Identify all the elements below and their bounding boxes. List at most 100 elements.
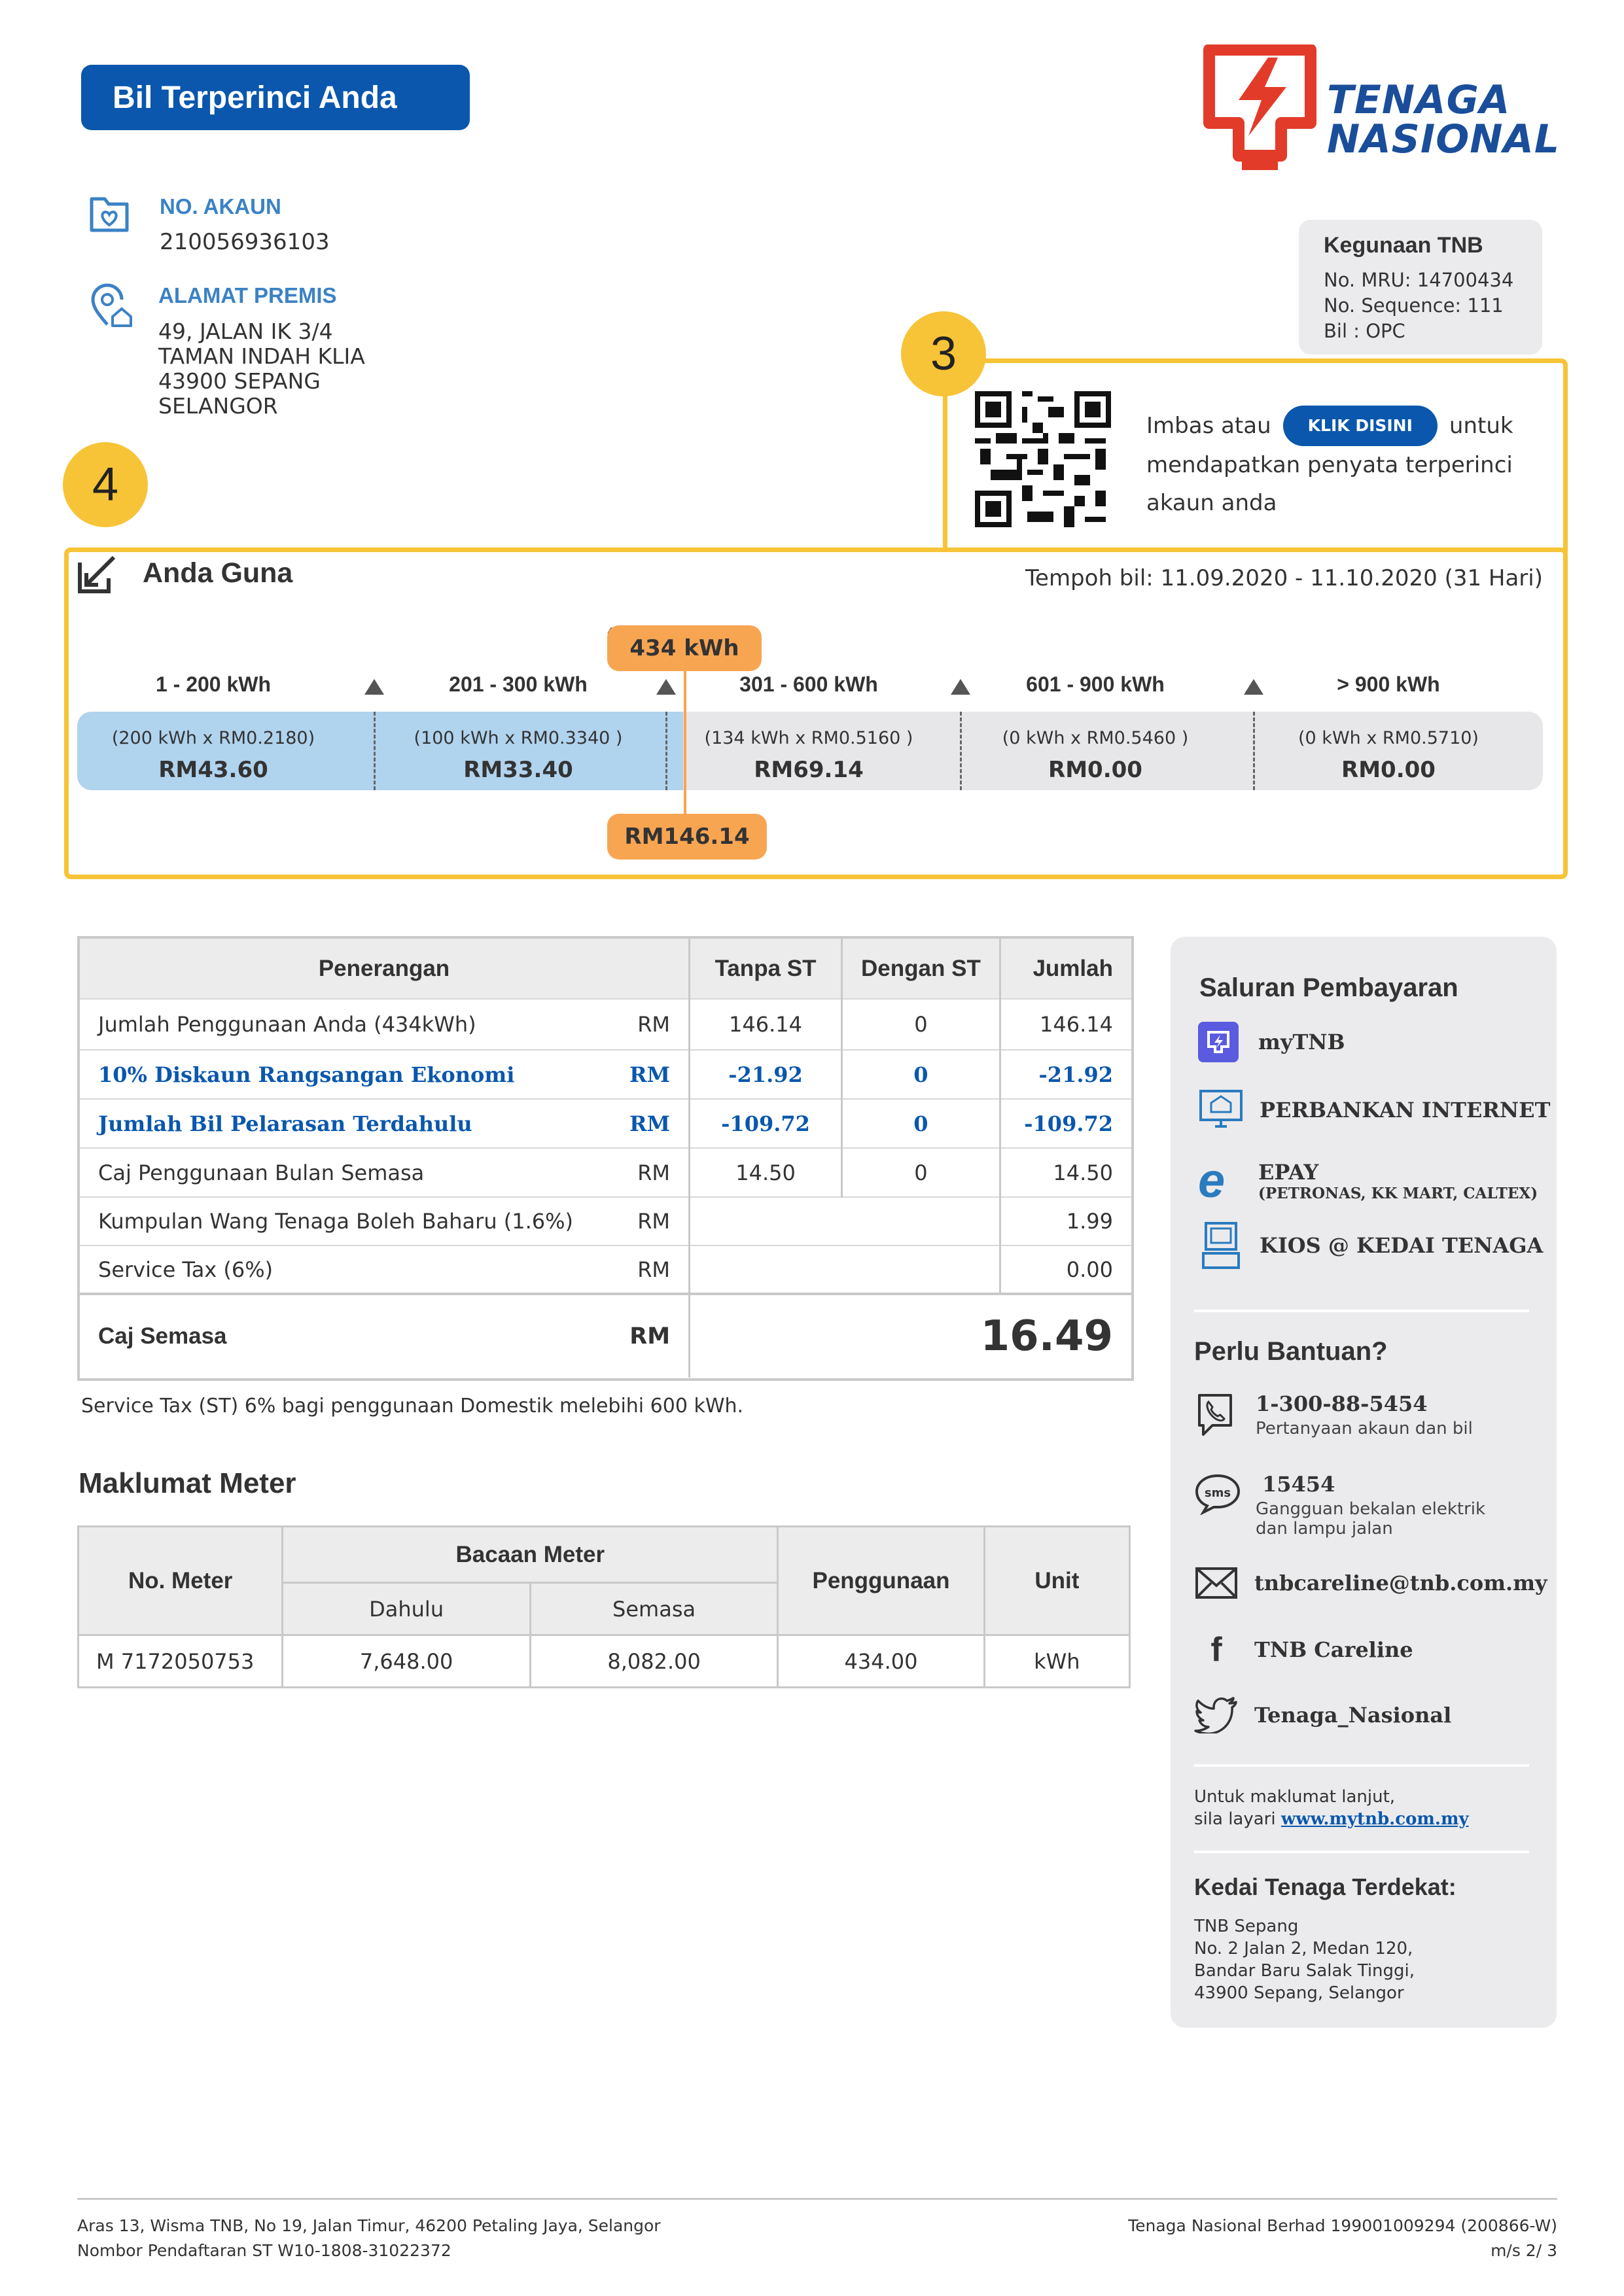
row-jumlah: 0.00 — [1066, 1257, 1113, 1282]
tier-formula: (200 kWh x RM0.2180) — [111, 728, 315, 748]
row-jumlah: -109.72 — [1024, 1111, 1113, 1136]
pay-kiosk[interactable]: KIOS @ KEDAI TENAGA — [1198, 1221, 1543, 1270]
help-facebook[interactable]: f TNB Careline — [1194, 1630, 1413, 1669]
table-row: 10% Diskaun Rangsangan Ekonomi RM -21.92… — [80, 1050, 1131, 1099]
mytnb-link[interactable]: www.mytnb.com.my — [1281, 1809, 1469, 1829]
row-currency: RM — [611, 1148, 691, 1197]
tier-formula: (0 kWh x RM0.5710) — [1298, 728, 1479, 748]
sms-sub: dan lampu jalan — [1256, 1519, 1393, 1539]
table-row: Service Tax (6%) RM 0.00 — [80, 1245, 1131, 1294]
row-tanpa: 146.14 — [689, 999, 843, 1050]
tier-amount: RM43.60 — [158, 757, 268, 783]
address-label: ALAMAT PREMIS — [158, 283, 337, 307]
meter-col-reading: Bacaan Meter — [281, 1525, 779, 1584]
logo-text-line2: NASIONAL — [1327, 116, 1561, 162]
service-tax-note: Service Tax (ST) 6% bagi penggunaan Dome… — [81, 1395, 744, 1418]
facebook-icon: f — [1210, 1631, 1222, 1669]
twitter-label: Tenaga_Nasional — [1254, 1703, 1452, 1728]
tier-boundary-arrow — [1244, 679, 1263, 695]
pay-internet-banking[interactable]: PERBANKAN INTERNET — [1198, 1088, 1550, 1132]
row-tanpa: -21.92 — [689, 1050, 843, 1099]
tier-amount: RM33.40 — [463, 757, 573, 783]
location-home-icon — [91, 283, 132, 327]
address-line: 49, JALAN IK 3/4 — [158, 319, 333, 344]
help-sms[interactable]: sms 15454 Gangguan bekalan elektrik dan … — [1194, 1472, 1485, 1539]
qr-text-line3: akaun anda — [1146, 490, 1277, 516]
row-currency: RM — [611, 1245, 691, 1294]
total-value: 16.49 — [980, 1312, 1113, 1361]
payment-title: Saluran Pembayaran — [1199, 973, 1458, 1002]
usage-title: Anda Guna — [143, 557, 293, 589]
shop-address: TNB Sepang No. 2 Jalan 2, Medan 120, Ban… — [1194, 1915, 1415, 2004]
meter-title: Maklumat Meter — [79, 1467, 296, 1499]
shop-line: No. 2 Jalan 2, Medan 120, — [1194, 1939, 1413, 1958]
help-phone[interactable]: 1-300-88-5454 Pertanyaan akaun dan bil — [1194, 1391, 1473, 1438]
tier-formula: (0 kWh x RM0.5460 ) — [1002, 728, 1189, 748]
tier-range: 1 - 200 kWh — [155, 672, 272, 696]
qr-text-line2: mendapatkan penyata terperinci — [1146, 452, 1513, 478]
phone-sub: Pertanyaan akaun dan bil — [1256, 1419, 1473, 1438]
kiosk-icon — [1202, 1222, 1240, 1269]
svg-text:sms: sms — [1205, 1486, 1231, 1500]
table-row: Jumlah Bil Pelarasan Terdahulu RM -109.7… — [80, 1099, 1131, 1148]
twitter-icon — [1194, 1697, 1237, 1733]
tier-formula: (100 kWh x RM0.3340 ) — [414, 728, 623, 748]
row-dengan: 0 — [841, 1050, 1001, 1099]
pay-label: myTNB — [1258, 1030, 1345, 1054]
bill-table-header: Penerangan Tanpa ST Dengan ST Jumlah — [80, 939, 1131, 999]
sms-number: 15454 — [1262, 1472, 1335, 1497]
row-desc: Caj Penggunaan Bulan Semasa — [98, 1160, 425, 1185]
address-line: TAMAN INDAH KLIA — [158, 343, 365, 369]
epay-icon: e — [1198, 1153, 1226, 1208]
bill-table: Penerangan Tanpa ST Dengan ST Jumlah Jum… — [77, 936, 1134, 1381]
help-email[interactable]: tnbcareline@tnb.com.my — [1194, 1566, 1547, 1600]
tnb-use-bil: Bil : OPC — [1324, 320, 1405, 342]
tier-range: 301 - 600 kWh — [739, 672, 878, 696]
row-empty — [689, 1197, 1001, 1245]
pay-mytnb[interactable]: myTNB — [1198, 1022, 1345, 1062]
row-desc: Kumpulan Wang Tenaga Boleh Baharu (1.6%) — [98, 1209, 574, 1234]
pay-epay[interactable]: e EPAY (PETRONAS, KK MART, CALTEX) — [1198, 1153, 1538, 1208]
row-currency: RM — [611, 1050, 691, 1099]
divider — [1194, 1310, 1529, 1312]
callout-3: 3 — [901, 311, 986, 396]
footer-divider — [77, 2198, 1557, 2200]
meter-usage: 434.00 — [777, 1634, 985, 1688]
meter-col-no: No. Meter — [77, 1525, 284, 1636]
sms-sub: Gangguan bekalan elektrik — [1256, 1499, 1486, 1519]
email-address[interactable]: tnbcareline@tnb.com.my — [1254, 1571, 1547, 1595]
divider — [1194, 1764, 1529, 1767]
account-number-label: NO. AKAUN — [160, 194, 281, 218]
tnb-use-mru: No. MRU: 14700434 — [1324, 269, 1514, 291]
row-currency: RM — [611, 1197, 691, 1245]
tnb-use-title: Kegunaan TNB — [1324, 233, 1483, 258]
col-header: Jumlah — [1000, 939, 1131, 999]
qr-code[interactable] — [975, 391, 1111, 527]
click-here-button[interactable]: KLIK DISINI — [1282, 406, 1438, 446]
meter-previous: 7,648.00 — [281, 1634, 531, 1688]
tnb-logo-icon — [1203, 44, 1316, 170]
account-number-value: 210056936103 — [160, 229, 330, 255]
row-desc: Jumlah Penggunaan Anda (434kWh) — [98, 1012, 476, 1037]
tier-divider — [374, 712, 376, 790]
phone-number: 1-300-88-5454 — [1256, 1391, 1428, 1416]
help-twitter[interactable]: Tenaga_Nasional — [1194, 1697, 1451, 1733]
logo-text-line1: TENAGA — [1327, 77, 1511, 123]
billing-period: Tempoh bil: 11.09.2020 - 11.10.2020 (31 … — [1025, 565, 1543, 591]
page-title: Bil Terperinci Anda — [81, 65, 470, 130]
row-currency: RM — [611, 999, 691, 1050]
qr-text-before: Imbas atau — [1146, 413, 1271, 439]
pay-label: EPAY — [1258, 1159, 1319, 1185]
row-dengan: 0 — [841, 1148, 1001, 1197]
table-row: M 7172050753 7,648.00 8,082.00 434.00 kW… — [77, 1634, 1131, 1688]
row-tanpa: 14.50 — [689, 1148, 843, 1197]
info-line: Untuk maklumat lanjut, — [1194, 1787, 1396, 1807]
shop-line: Bandar Baru Salak Tinggi, — [1194, 1961, 1415, 1981]
qr-text-after: untuk — [1449, 413, 1513, 439]
row-dengan: 0 — [841, 999, 1001, 1050]
tier-range: 601 - 900 kWh — [1026, 672, 1165, 696]
address-line: 43900 SEPANG — [158, 368, 321, 394]
col-header: Penerangan — [80, 939, 691, 999]
col-header: Tanpa ST — [689, 939, 843, 999]
meter-table: No. Meter Bacaan Meter Penggunaan Unit D… — [77, 1525, 1131, 1688]
